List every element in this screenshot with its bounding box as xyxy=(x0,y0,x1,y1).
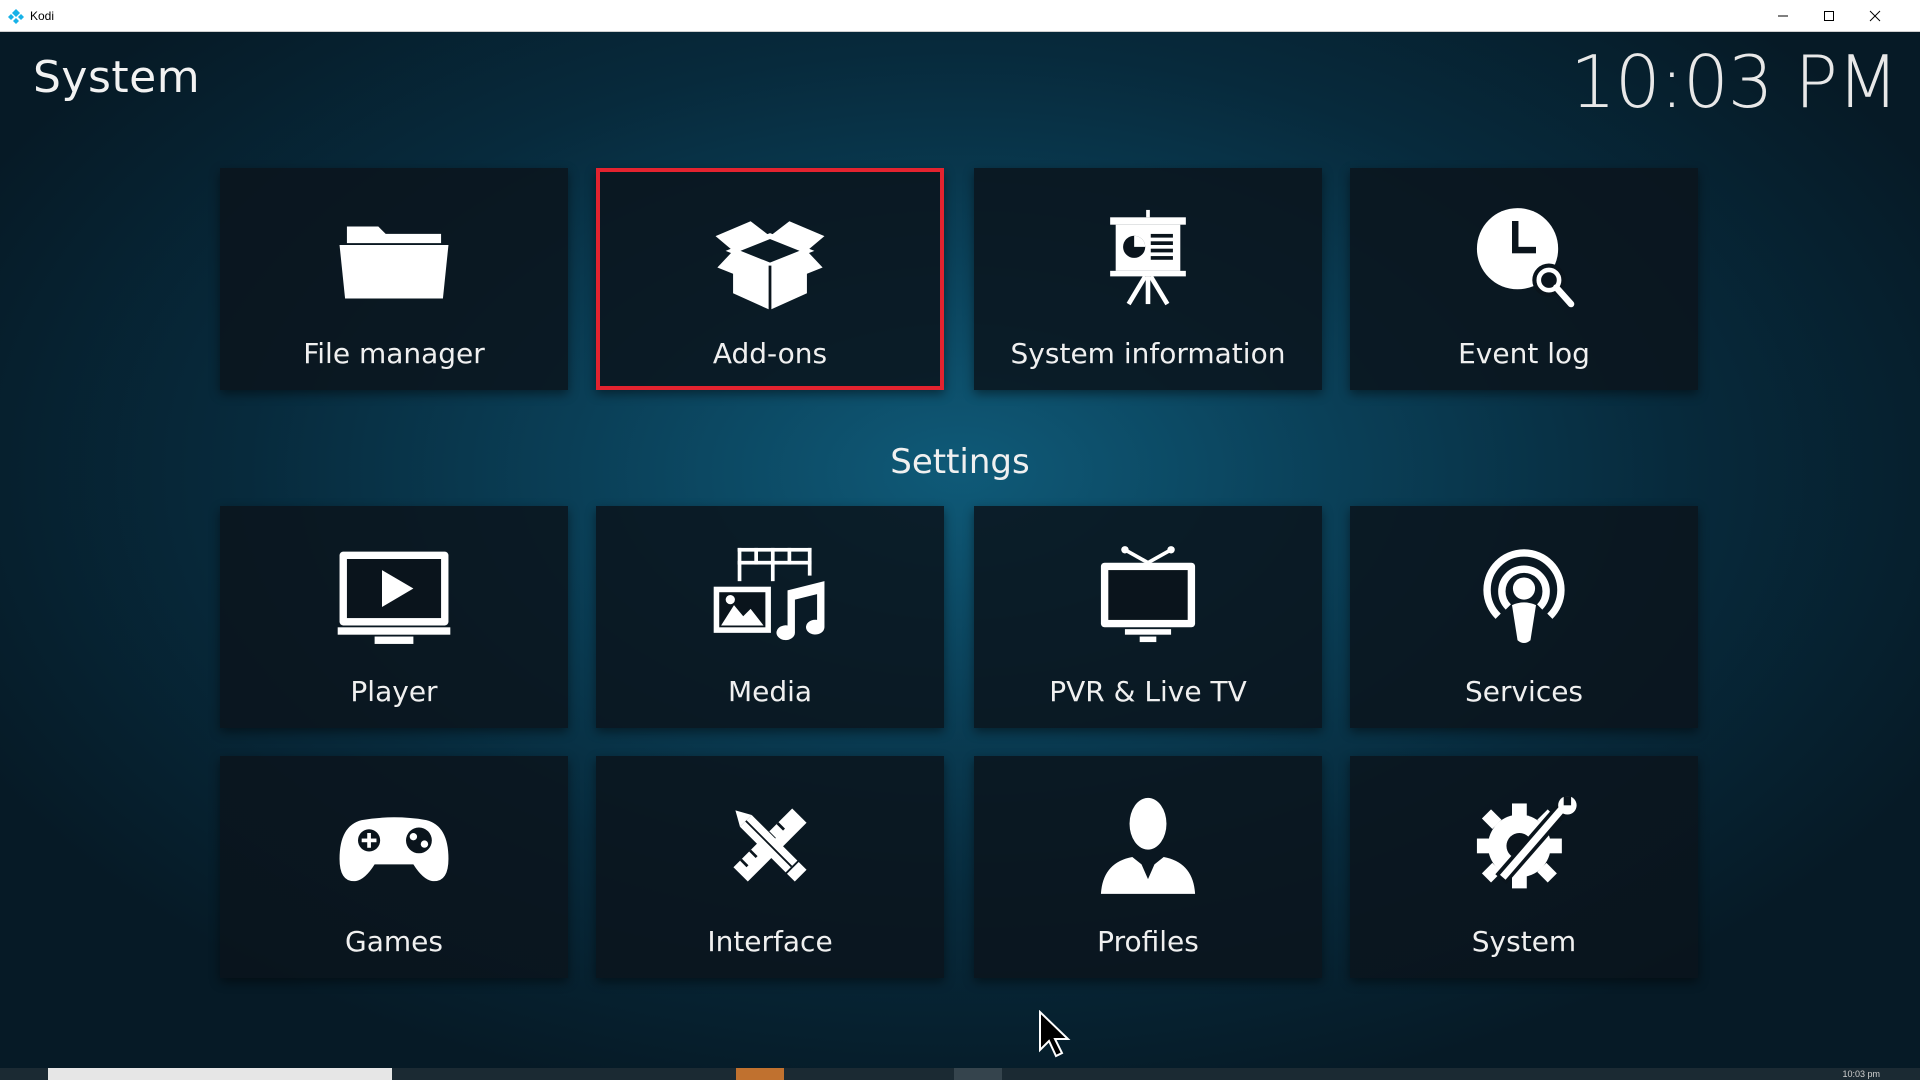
tile-games[interactable]: Games xyxy=(220,756,568,978)
tile-label: Media xyxy=(727,675,813,708)
tile-services[interactable]: Services xyxy=(1350,506,1698,728)
gear-wrench-icon xyxy=(1459,790,1589,900)
taskbar: 10:03 pm xyxy=(0,1068,1920,1080)
window-title: Kodi xyxy=(30,9,55,23)
tile-event-log[interactable]: Event log xyxy=(1350,168,1698,390)
tile-label: File manager xyxy=(303,337,485,370)
taskbar-app-button[interactable] xyxy=(736,1068,784,1080)
folder-icon xyxy=(329,202,459,312)
gamepad-icon xyxy=(329,790,459,900)
maximize-icon xyxy=(1824,11,1834,21)
tile-media[interactable]: Media xyxy=(596,506,944,728)
window-titlebar: Kodi xyxy=(0,0,1920,32)
tile-label: Services xyxy=(1464,675,1584,708)
tile-label: System xyxy=(1471,925,1577,958)
media-icon xyxy=(705,540,835,650)
minimize-button[interactable] xyxy=(1760,0,1806,32)
kodi-logo-icon xyxy=(8,9,24,24)
tile-profiles[interactable]: Profiles xyxy=(974,756,1322,978)
tile-system-settings[interactable]: System xyxy=(1350,756,1698,978)
taskbar-clock: 10:03 pm xyxy=(1842,1069,1880,1079)
tile-file-manager[interactable]: File manager xyxy=(220,168,568,390)
mouse-cursor-icon xyxy=(1039,1010,1071,1058)
tile-label: Profiles xyxy=(1097,925,1199,958)
tile-label: Add-ons xyxy=(712,337,828,370)
tile-pvr-live-tv[interactable]: PVR & Live TV xyxy=(974,506,1322,728)
close-button[interactable] xyxy=(1852,0,1898,32)
presentation-icon xyxy=(1083,202,1213,312)
clock: 10:03 PM xyxy=(1570,40,1899,124)
box-icon xyxy=(705,206,835,316)
close-icon xyxy=(1869,10,1881,22)
settings-heading: Settings xyxy=(890,442,1030,482)
monitor-play-icon xyxy=(329,540,459,650)
tile-system-information[interactable]: System information xyxy=(974,168,1322,390)
tile-interface[interactable]: Interface xyxy=(596,756,944,978)
person-icon xyxy=(1083,790,1213,900)
page-title: System xyxy=(33,52,201,103)
tv-antenna-icon xyxy=(1083,540,1213,650)
tile-label: Player xyxy=(350,675,438,708)
tile-label: Event log xyxy=(1458,337,1590,370)
tile-player[interactable]: Player xyxy=(220,506,568,728)
kodi-app: System 10:03 PM File manager Add-ons Sys… xyxy=(0,32,1920,1068)
clock-search-icon xyxy=(1459,202,1589,312)
maximize-button[interactable] xyxy=(1806,0,1852,32)
podcast-icon xyxy=(1459,540,1589,650)
minimize-icon xyxy=(1778,15,1788,17)
taskbar-search[interactable] xyxy=(48,1068,392,1080)
tile-label: System information xyxy=(1010,337,1286,370)
pencil-ruler-icon xyxy=(705,790,835,900)
tile-label: Games xyxy=(345,925,443,958)
tile-label: Interface xyxy=(707,925,833,958)
tile-label: PVR & Live TV xyxy=(1049,675,1247,708)
tile-add-ons[interactable]: Add-ons xyxy=(596,168,944,390)
taskbar-app-button[interactable] xyxy=(954,1068,1002,1080)
